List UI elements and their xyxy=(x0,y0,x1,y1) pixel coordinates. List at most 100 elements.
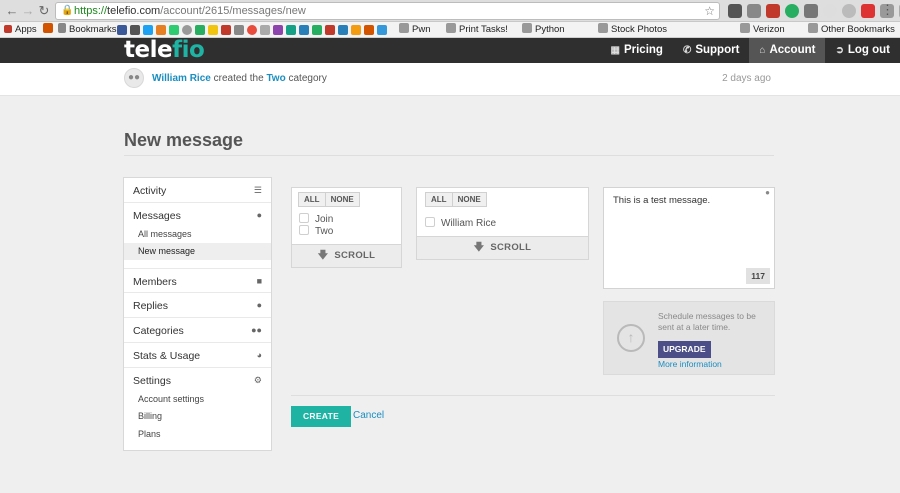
bookmark-favicon-icon[interactable] xyxy=(221,25,231,35)
select-none-button[interactable]: NONE xyxy=(452,192,487,207)
upgrade-panel: ↑ Schedule messages to be sent at a late… xyxy=(603,301,775,375)
extension-icon[interactable] xyxy=(842,4,856,18)
bookmark-favicon-icon[interactable] xyxy=(299,25,309,35)
nav-pricing[interactable]: ▦ Pricing xyxy=(601,38,673,63)
folder-icon xyxy=(808,23,818,33)
python-bookmark[interactable]: Python xyxy=(522,22,565,37)
bookmark-favicon-icon[interactable] xyxy=(182,25,192,35)
checkbox[interactable] xyxy=(299,225,309,235)
create-button[interactable]: CREATE xyxy=(291,406,351,427)
bookmark-favicon-icon[interactable] xyxy=(247,25,257,35)
bookmark-favicon-icon[interactable] xyxy=(338,25,348,35)
extension-icon[interactable] xyxy=(728,4,742,18)
arrow-down-icon: 🡇 xyxy=(317,250,329,261)
bookmark-favicon-icon[interactable] xyxy=(117,25,127,35)
star-icon[interactable]: ☆ xyxy=(704,3,715,19)
other-bookmarks[interactable]: Other Bookmarks xyxy=(808,22,895,37)
sidebar-subitem-account-settings[interactable]: Account settings xyxy=(124,391,271,408)
sidebar-subitem-plans[interactable]: Plans xyxy=(124,426,271,443)
lock-icon: 🔒 xyxy=(61,5,74,16)
bookmark-favicon-icon[interactable] xyxy=(286,25,296,35)
back-arrow-icon[interactable]: ← xyxy=(4,3,20,19)
verizon-bookmark[interactable]: Verizon xyxy=(740,22,785,37)
apps-grid-icon xyxy=(4,25,12,33)
extension-icon[interactable] xyxy=(747,4,761,18)
top-navigation: ▦ Pricing ✆ Support ⌂ Account ➲ Log out xyxy=(601,38,900,63)
folder-icon xyxy=(522,23,532,33)
more-information-link[interactable]: More information xyxy=(658,359,722,369)
nav-support[interactable]: ✆ Support xyxy=(673,38,749,63)
folder-icon xyxy=(598,23,608,33)
sidebar-item-messages[interactable]: Messages ● xyxy=(124,203,271,228)
reload-icon[interactable]: ↻ xyxy=(36,3,52,19)
extension-icon[interactable] xyxy=(785,4,799,18)
stock-photos-bookmark[interactable]: Stock Photos xyxy=(598,22,667,37)
activity-timestamp: 2 days ago xyxy=(722,73,771,84)
bookmark-favicon-icon[interactable] xyxy=(234,25,244,35)
bookmark-favicon-icon[interactable] xyxy=(195,25,205,35)
forward-arrow-icon[interactable]: → xyxy=(20,3,36,19)
pwn-bookmark[interactable]: Pwn xyxy=(399,22,430,37)
gears-icon: ⚙ xyxy=(253,375,262,385)
bookmarks-bookmark[interactable] xyxy=(43,22,56,37)
sidebar-item-replies[interactable]: Replies ● xyxy=(124,293,271,318)
bookmark-favicon-icon[interactable] xyxy=(260,25,270,35)
sidebar-item-settings[interactable]: Settings ⚙ xyxy=(124,368,271,393)
print-tasks-bookmark[interactable]: Print Tasks! xyxy=(446,22,508,37)
bookmark-favicon-icon[interactable] xyxy=(377,25,387,35)
telefio-logo[interactable]: telefio xyxy=(124,37,205,63)
category-option-join[interactable]: Join xyxy=(299,213,333,225)
activity-category-link[interactable]: Two xyxy=(266,73,285,84)
title-divider xyxy=(124,155,774,156)
select-all-button[interactable]: ALL xyxy=(298,192,326,207)
categories-scroll-button[interactable]: 🡇 SCROLL xyxy=(291,244,402,268)
sidebar-subitem-all-messages[interactable]: All messages xyxy=(124,226,271,243)
extension-icon[interactable] xyxy=(804,4,818,18)
sidebar-subitem-new-message[interactable]: New message xyxy=(124,243,271,260)
form-divider xyxy=(291,395,775,396)
bookmark-favicon-icon[interactable] xyxy=(273,25,283,35)
extension-icons xyxy=(728,4,900,18)
list-icon: ☰ xyxy=(253,185,262,195)
checkbox[interactable] xyxy=(425,217,435,227)
apps-bookmark[interactable]: Apps xyxy=(4,22,37,37)
url-host: telefio.com xyxy=(107,5,161,17)
members-scroll-button[interactable]: 🡇 SCROLL xyxy=(416,236,589,260)
phone-icon: ✆ xyxy=(682,45,692,56)
nav-account[interactable]: ⌂ Account xyxy=(749,38,826,63)
bookmark-favicon-icon[interactable] xyxy=(169,25,179,35)
extension-icon[interactable] xyxy=(823,4,837,18)
bar-chart-icon: ▦ xyxy=(610,45,620,56)
bookmarks-folder[interactable]: Bookmarks xyxy=(58,22,117,37)
sidebar-item-activity[interactable]: Activity ☰ xyxy=(124,178,271,203)
members-select-toggle: ALL NONE xyxy=(425,192,487,207)
extension-icon[interactable] xyxy=(861,4,875,18)
sidebar-item-stats-usage[interactable]: Stats & Usage ◕ xyxy=(124,343,271,368)
member-option-william-rice[interactable]: William Rice xyxy=(425,217,496,229)
cancel-link[interactable]: Cancel xyxy=(353,410,384,421)
bookmark-favicon-icon[interactable] xyxy=(325,25,335,35)
nav-logout[interactable]: ➲ Log out xyxy=(825,38,900,63)
activity-message: William Rice created the Two category xyxy=(152,73,327,84)
select-none-button[interactable]: NONE xyxy=(325,192,360,207)
bookmark-favicon-icon[interactable] xyxy=(156,25,166,35)
message-textarea[interactable]: This is a test message. ● 117 xyxy=(603,187,775,289)
gauge-icon: ◕ xyxy=(256,350,262,360)
activity-user-link[interactable]: William Rice xyxy=(152,73,211,84)
category-option-two[interactable]: Two xyxy=(299,225,333,237)
sidebar-item-members[interactable]: Members ■ xyxy=(124,268,271,293)
upgrade-button[interactable]: UPGRADE xyxy=(658,341,711,358)
bookmark-favicon-icon[interactable] xyxy=(143,25,153,35)
extension-icon[interactable] xyxy=(766,4,780,18)
select-all-button[interactable]: ALL xyxy=(425,192,453,207)
checkbox[interactable] xyxy=(299,213,309,223)
sidebar-item-categories[interactable]: Categories ●● xyxy=(124,318,271,343)
bookmark-favicon-icon[interactable] xyxy=(208,25,218,35)
bookmark-favicon-icon[interactable] xyxy=(364,25,374,35)
bookmark-favicon-icon[interactable] xyxy=(130,25,140,35)
address-bar[interactable]: 🔒 https://telefio.com/account/2615/messag… xyxy=(55,2,720,20)
browser-menu-icon[interactable]: ⋮ xyxy=(881,3,894,17)
bookmark-favicon-icon[interactable] xyxy=(312,25,322,35)
bookmark-favicon-icon[interactable] xyxy=(351,25,361,35)
sidebar-subitem-billing[interactable]: Billing xyxy=(124,408,271,425)
